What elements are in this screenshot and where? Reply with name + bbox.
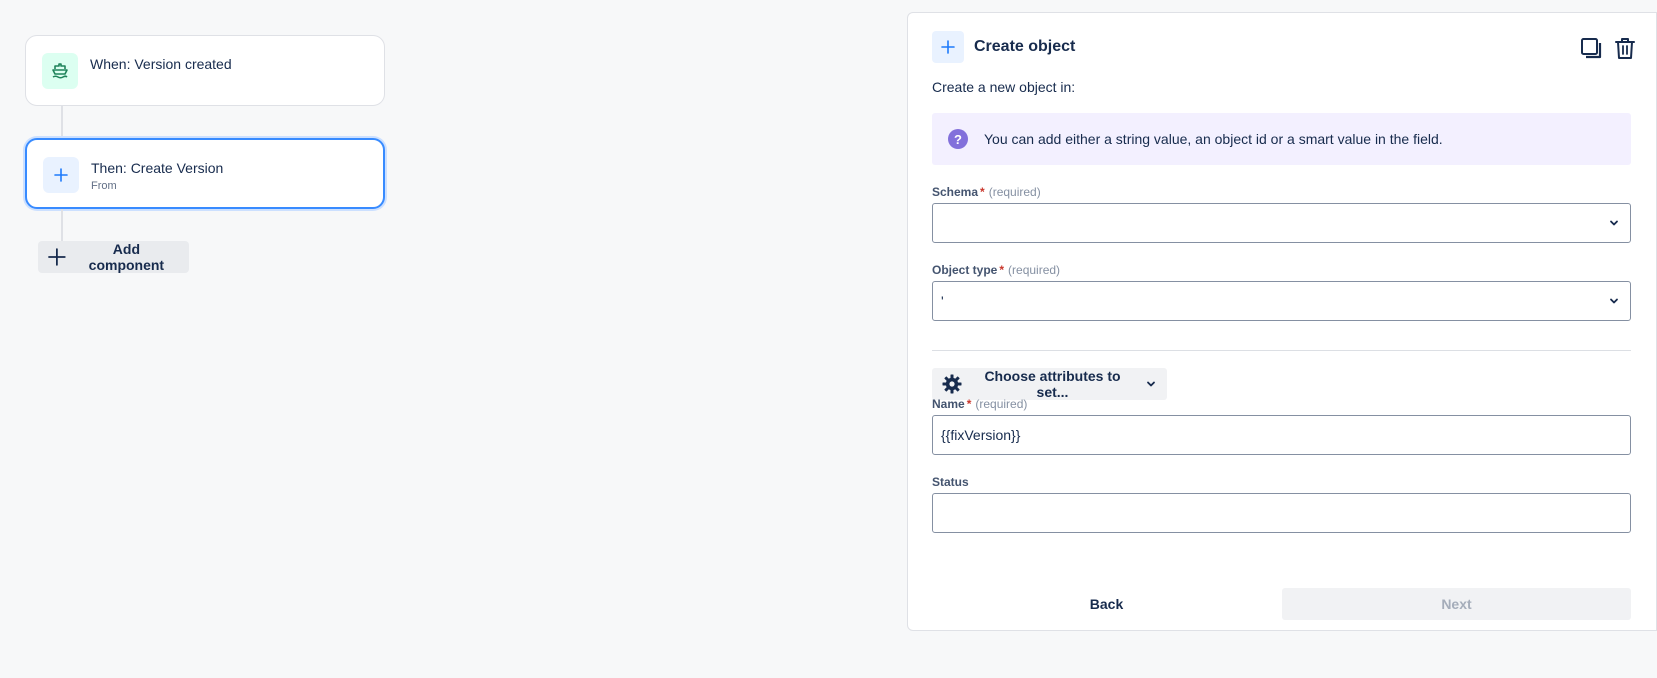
info-text: You can add either a string value, an ob… xyxy=(984,131,1443,147)
status-input[interactable] xyxy=(932,493,1631,533)
gear-icon xyxy=(942,374,962,394)
required-mark: * xyxy=(980,185,985,199)
object-type-label: Object type * (required) xyxy=(932,263,1060,277)
trash-icon xyxy=(1615,38,1635,59)
add-component-label: Add component xyxy=(88,241,165,273)
choose-attributes-label: Choose attributes to set... xyxy=(984,368,1121,400)
required-mark: * xyxy=(966,397,972,411)
info-message: ? You can add either a string value, an … xyxy=(932,113,1631,165)
plus-icon xyxy=(932,31,964,63)
required-hint: (required) xyxy=(988,185,1041,199)
name-label: Name * (required) xyxy=(932,397,1027,411)
back-button[interactable]: Back xyxy=(932,588,1281,620)
automation-canvas: When: Version created Then: Create Versi… xyxy=(0,0,1657,678)
chevron-down-icon xyxy=(1606,215,1622,231)
panel-title: Create object xyxy=(974,38,1076,55)
name-input[interactable]: {{fixVersion}} xyxy=(932,415,1631,455)
plus-icon xyxy=(43,157,79,193)
required-hint: (required) xyxy=(1008,263,1061,277)
flow-connector xyxy=(61,209,63,242)
copy-icon xyxy=(1581,38,1602,59)
object-type-value: ' xyxy=(941,293,944,309)
question-icon: ? xyxy=(948,129,968,149)
status-label: Status xyxy=(932,475,969,489)
trigger-title: When: Version created xyxy=(90,56,232,72)
schema-label: Schema * (required) xyxy=(932,185,1041,199)
name-label-text: Name xyxy=(932,397,965,411)
action-title: Then: Create Version xyxy=(91,160,224,176)
panel-header: Create object xyxy=(932,31,1075,63)
create-object-panel: Create object Create a new object in: ? … xyxy=(907,12,1657,631)
next-button[interactable]: Next xyxy=(1282,588,1631,620)
required-hint: (required) xyxy=(975,397,1028,411)
choose-attributes-button[interactable]: Choose attributes to set... xyxy=(932,368,1167,400)
schema-label-text: Schema xyxy=(932,185,979,199)
section-divider xyxy=(932,350,1631,351)
chevron-down-icon xyxy=(1145,378,1157,390)
schema-select[interactable] xyxy=(932,203,1631,243)
duplicate-button[interactable] xyxy=(1578,35,1604,61)
plus-icon xyxy=(48,248,66,266)
required-mark: * xyxy=(999,263,1005,277)
action-node[interactable]: Then: Create Version From xyxy=(25,138,385,209)
trigger-node[interactable]: When: Version created xyxy=(25,35,385,106)
flow-connector xyxy=(61,105,63,138)
panel-subtitle: Create a new object in: xyxy=(932,79,1076,95)
ship-icon xyxy=(42,53,78,89)
object-type-label-text: Object type xyxy=(932,263,998,277)
action-subtitle: From xyxy=(91,180,117,192)
panel-actions xyxy=(1578,35,1638,61)
object-type-select[interactable]: ' xyxy=(932,281,1631,321)
chevron-down-icon xyxy=(1606,293,1622,309)
add-component-button[interactable]: Add component xyxy=(38,241,189,273)
delete-button[interactable] xyxy=(1612,35,1638,61)
